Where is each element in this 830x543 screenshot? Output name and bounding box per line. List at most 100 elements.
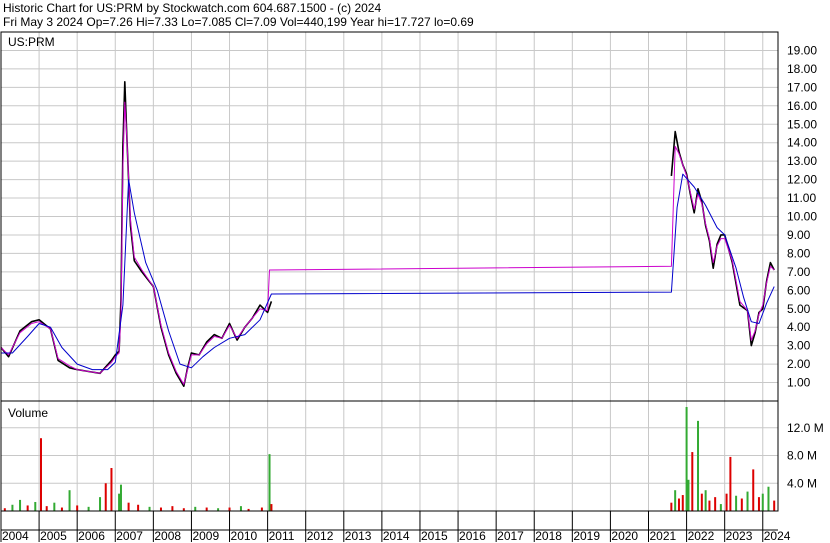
volume-bar <box>137 504 140 511</box>
volume-bar <box>729 456 732 511</box>
price-tick-label: 14.00 <box>787 136 817 150</box>
volume-grid <box>0 401 778 511</box>
volume-bar <box>228 507 231 511</box>
volume-bar <box>757 497 760 511</box>
price-tick-label: 1.00 <box>787 376 811 390</box>
volume-label: Volume <box>8 406 48 420</box>
volume-tick-label: 4.0 M <box>787 476 817 490</box>
year-tick-label: 2004 <box>2 529 29 543</box>
volume-bar <box>719 504 722 511</box>
volume-bar <box>60 507 63 511</box>
price-tick-label: 6.00 <box>787 283 811 297</box>
volume-bar <box>39 438 42 511</box>
volume-bar <box>148 506 151 511</box>
year-tick-label: 2011 <box>269 529 295 543</box>
volume-bar <box>740 498 743 511</box>
ma_short-line <box>0 101 775 385</box>
volume-bar <box>670 502 673 511</box>
volume-bar <box>773 500 776 511</box>
price-tick-label: 2.00 <box>787 357 811 371</box>
volume-bar <box>708 500 711 511</box>
price-tick-label: 17.00 <box>787 80 817 94</box>
volume-bar <box>87 506 90 511</box>
volume-bar <box>19 499 22 511</box>
volume-bar <box>677 498 680 511</box>
volume-bar <box>26 505 29 511</box>
volume-bar <box>260 507 263 511</box>
volume-bar <box>194 506 197 511</box>
volume-tick-label: 12.0 M <box>787 421 824 435</box>
volume-bar <box>674 490 677 511</box>
price-tick-label: 7.00 <box>787 265 811 279</box>
volume-bar <box>704 490 707 511</box>
volume-bar <box>99 497 102 511</box>
price-tick-label: 8.00 <box>787 246 811 260</box>
price-tick-label: 16.00 <box>787 99 817 113</box>
year-axis: 2004 2005 2006 2007 2008 2009 2010 2011 2012 2013… <box>0 511 791 543</box>
price-tick-label: 12.00 <box>787 173 817 187</box>
year-tick-label: 2008 <box>154 529 181 543</box>
year-tick-label: 2017 <box>497 529 524 543</box>
volume-bar <box>687 479 690 511</box>
price-lines <box>0 81 775 388</box>
volume-bar <box>697 420 700 511</box>
year-tick-label: 2010 <box>231 529 258 543</box>
volume-bar <box>118 493 121 511</box>
volume-bar <box>761 493 764 511</box>
volume-tick-label: 8.0 M <box>787 449 817 463</box>
volume-bar <box>268 454 271 511</box>
price-tick-label: 4.00 <box>787 320 811 334</box>
year-tick-label: 2007 <box>116 529 143 543</box>
volume-bar <box>691 452 694 511</box>
volume-bar <box>11 504 14 511</box>
volume-bar <box>76 505 79 511</box>
volume-bar <box>752 469 755 511</box>
volume-bar <box>767 486 770 511</box>
volume-bar <box>239 506 242 511</box>
volume-bar <box>127 502 130 511</box>
year-tick-label: 2016 <box>459 529 486 543</box>
year-tick-label: 2012 <box>307 529 334 543</box>
price-tick-label: 18.00 <box>787 62 817 76</box>
year-tick-label: 2015 <box>421 529 448 543</box>
year-tick-label: 2021 <box>650 529 677 543</box>
volume-bar <box>159 507 162 511</box>
price-tick-label: 9.00 <box>787 228 811 242</box>
volume-bar <box>68 490 71 511</box>
year-tick-label: 2018 <box>535 529 562 543</box>
volume-bar <box>119 484 122 511</box>
volume-bar <box>34 501 37 511</box>
price-line <box>0 81 273 388</box>
price-tick-label: 19.00 <box>787 43 817 57</box>
volume-bar <box>685 407 688 511</box>
price-tick-label: 10.00 <box>787 210 817 224</box>
year-tick-label: 2013 <box>345 529 372 543</box>
volume-bars <box>3 407 776 511</box>
volume-bar <box>45 506 48 511</box>
volume-bar <box>700 493 703 511</box>
volume-bar <box>735 495 738 511</box>
price-tick-label: 13.00 <box>787 154 817 168</box>
year-tick-label: 2005 <box>40 529 67 543</box>
price-axis: 1.00 2.00 3.00 4.00 5.00 6.00 7.00 8.00 9.00 10.0… <box>787 43 817 389</box>
volume-bar <box>53 502 56 511</box>
symbol-label: US:PRM <box>8 35 55 49</box>
year-tick-label: 2024 <box>764 529 791 543</box>
price-tick-label: 15.00 <box>787 117 817 131</box>
volume-bar <box>171 506 174 511</box>
year-tick-label: 2022 <box>688 529 715 543</box>
volume-bar <box>681 495 684 511</box>
volume-axis: 4.0 M 8.0 M 12.0 M <box>787 421 824 490</box>
volume-bar <box>714 497 717 511</box>
year-tick-label: 2019 <box>573 529 600 543</box>
volume-bar <box>746 491 749 511</box>
volume-bar <box>110 468 113 511</box>
price-tick-label: 3.00 <box>787 339 811 353</box>
price-tick-label: 5.00 <box>787 302 811 316</box>
year-tick-label: 2023 <box>726 529 753 543</box>
volume-bar <box>270 504 273 511</box>
volume-bar <box>104 483 107 511</box>
price-chart: 1.00 2.00 3.00 4.00 5.00 6.00 7.00 8.00 9.00 10.0… <box>0 31 824 543</box>
year-tick-label: 2020 <box>611 529 638 543</box>
year-tick-label: 2009 <box>192 529 219 543</box>
